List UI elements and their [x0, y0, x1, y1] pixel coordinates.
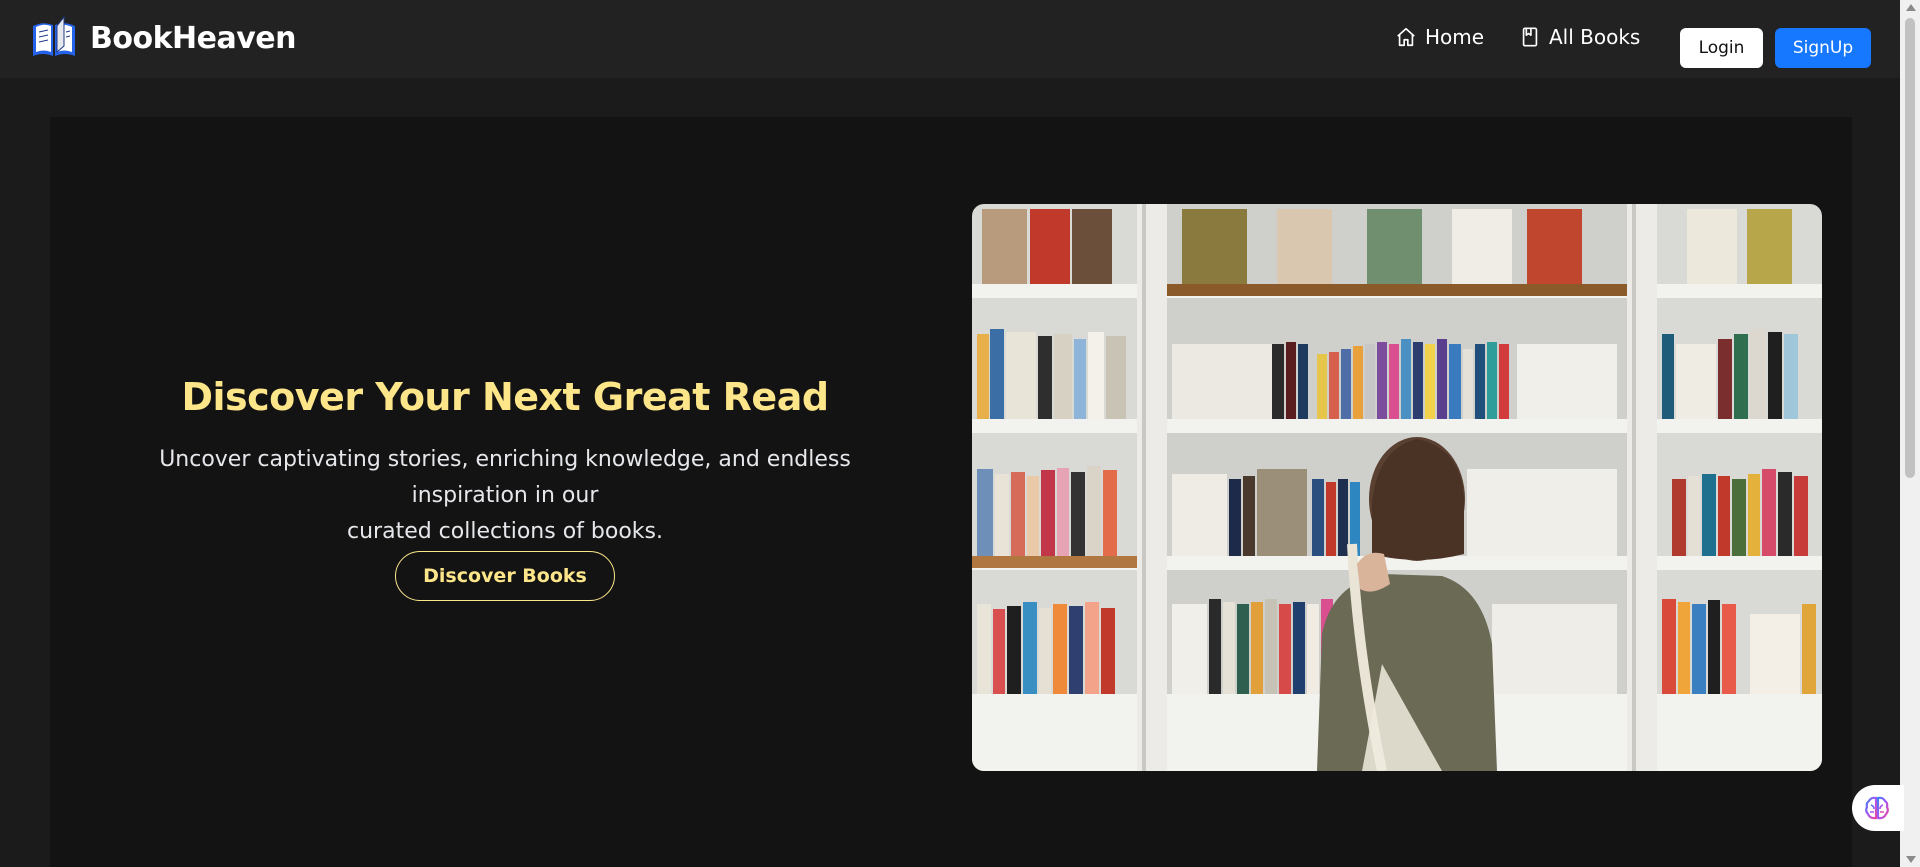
nav-link-home-label: Home [1425, 25, 1485, 49]
book-icon [1522, 27, 1538, 47]
floating-assistant-button[interactable] [1852, 785, 1904, 831]
hero-title: Discover Your Next Great Read [181, 375, 829, 419]
hero-section: Discover Your Next Great Read Uncover ca… [50, 117, 1852, 867]
navbar: BookHeaven Home All Books Login SignUp [0, 0, 1900, 78]
brain-icon [1865, 796, 1889, 820]
nav-link-all-books-label: All Books [1549, 25, 1641, 49]
scroll-down-arrow-icon[interactable] [1906, 856, 1916, 863]
signup-button[interactable]: SignUp [1775, 28, 1871, 68]
hero-subtitle-line-2: curated collections of books. [347, 519, 663, 544]
hero-image [972, 204, 1822, 771]
login-button[interactable]: Login [1680, 28, 1763, 68]
scroll-up-arrow-icon[interactable] [1906, 4, 1916, 11]
nav-link-all-books[interactable]: All Books [1519, 25, 1640, 49]
nav-link-home[interactable]: Home [1395, 25, 1484, 49]
brand[interactable]: BookHeaven [30, 16, 297, 60]
bookshelf-illustration [972, 204, 1822, 771]
brand-name: BookHeaven [90, 20, 297, 56]
home-icon [1397, 27, 1415, 47]
hero-subtitle-line-1: Uncover captivating stories, enriching k… [159, 447, 851, 508]
open-book-icon [33, 16, 75, 56]
scroll-thumb[interactable] [1905, 18, 1915, 478]
discover-books-button[interactable]: Discover Books [395, 551, 615, 601]
hero-subtitle: Uncover captivating stories, enriching k… [100, 442, 910, 550]
page-scrollbar[interactable] [1900, 0, 1920, 867]
